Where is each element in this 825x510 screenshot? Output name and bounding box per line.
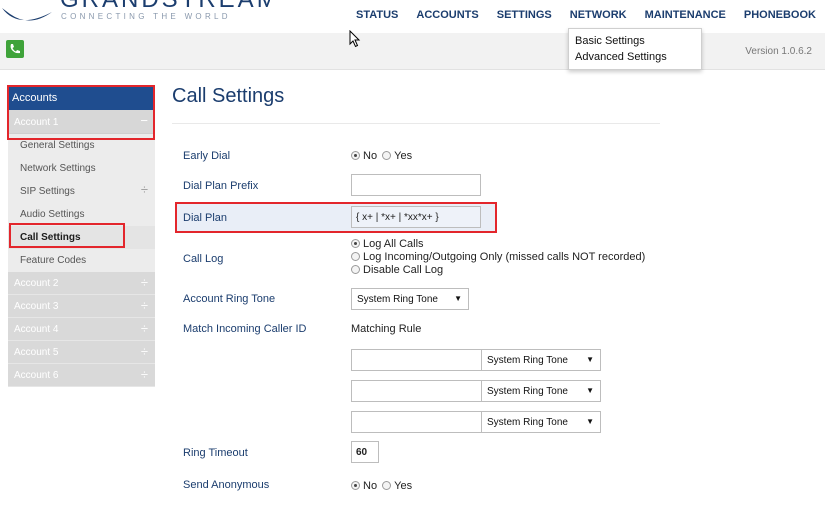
radio-label: Disable Call Log xyxy=(363,264,444,276)
expand-icon[interactable]: ÷ xyxy=(141,275,148,290)
sidebar-account-label: Account 5 xyxy=(14,347,59,358)
send-anonymous-no-radio[interactable] xyxy=(351,481,360,490)
sidebar-account-1[interactable]: Account 1 − xyxy=(8,110,155,134)
network-dropdown-menu: Basic Settings Advanced Settings xyxy=(568,28,702,70)
sidebar-account-5[interactable]: Account 5 ÷ xyxy=(8,341,155,364)
match-rule-2-input[interactable] xyxy=(351,380,482,402)
early-dial-yes-radio[interactable] xyxy=(382,151,392,160)
match-rule-1-input[interactable] xyxy=(351,349,482,371)
early-dial-no-radio[interactable] xyxy=(351,151,360,160)
account-ring-tone-label: Account Ring Tone xyxy=(183,293,276,305)
mouse-pointer-icon xyxy=(349,30,361,48)
account-ring-tone-select[interactable]: System Ring Tone ▼ xyxy=(351,288,469,310)
expand-icon[interactable]: ÷ xyxy=(141,182,148,197)
dropdown-arrow-icon: ▼ xyxy=(454,294,462,303)
sidebar-item-sip-settings[interactable]: SIP Settings ÷ xyxy=(8,180,155,203)
nav-phonebook[interactable]: PHONEBOOK xyxy=(735,9,825,21)
expand-icon[interactable]: ÷ xyxy=(141,344,148,359)
dial-plan-input[interactable]: { x+ | *x+ | *xx*x+ } xyxy=(351,206,481,228)
sidebar-item-feature-codes[interactable]: Feature Codes xyxy=(8,249,155,272)
dropdown-arrow-icon: ▼ xyxy=(586,355,594,364)
sidebar-item-audio-settings[interactable]: Audio Settings xyxy=(8,203,155,226)
grandstream-logo: GRANDSTREAM CONNECTING THE WORLD xyxy=(0,0,270,26)
send-anonymous-radio-group: No Yes xyxy=(351,480,412,492)
send-anonymous-yes-radio[interactable] xyxy=(382,481,392,490)
nav-network[interactable]: NETWORK xyxy=(561,9,636,21)
call-log-disable-radio[interactable] xyxy=(351,265,360,274)
nav-status[interactable]: STATUS xyxy=(347,9,407,21)
select-value: System Ring Tone xyxy=(487,386,568,397)
match-rule-3-input[interactable] xyxy=(351,411,482,433)
logo-tagline: CONNECTING THE WORLD xyxy=(61,12,231,21)
sidebar-header-accounts[interactable]: Accounts xyxy=(8,85,155,110)
dropdown-arrow-icon: ▼ xyxy=(586,386,594,395)
page-title: Call Settings xyxy=(172,85,285,107)
radio-label: Yes xyxy=(394,480,413,492)
dial-plan-prefix-label: Dial Plan Prefix xyxy=(183,180,259,192)
radio-label: Log All Calls xyxy=(363,238,424,250)
sidebar-account-4[interactable]: Account 4 ÷ xyxy=(8,318,155,341)
call-log-incoming-outgoing-radio[interactable] xyxy=(351,252,360,261)
sidebar-account-label: Account 4 xyxy=(14,324,59,335)
sidebar-account-label: Account 1 xyxy=(14,117,59,128)
sidebar-account-2[interactable]: Account 2 ÷ xyxy=(8,272,155,295)
sidebar-item-general-settings[interactable]: General Settings xyxy=(8,134,155,157)
sidebar-item-network-settings[interactable]: Network Settings xyxy=(8,157,155,180)
logo-swoosh-icon xyxy=(2,8,52,21)
sidebar-item-call-settings[interactable]: Call Settings xyxy=(8,226,155,249)
menu-item-basic-settings[interactable]: Basic Settings xyxy=(575,33,701,49)
radio-label: Yes xyxy=(394,150,413,162)
sidebar-account-label: Account 2 xyxy=(14,278,59,289)
send-anonymous-label: Send Anonymous xyxy=(183,479,270,491)
radio-label: Log Incoming/Outgoing Only (missed calls… xyxy=(363,251,646,263)
match-rule-1-ring-tone-select[interactable]: System Ring Tone ▼ xyxy=(481,349,601,371)
ring-timeout-label: Ring Timeout xyxy=(183,447,248,459)
nav-accounts[interactable]: ACCOUNTS xyxy=(407,9,487,21)
call-log-all-radio[interactable] xyxy=(351,239,360,248)
early-dial-label: Early Dial xyxy=(183,150,231,162)
radio-label: No xyxy=(363,480,378,492)
phone-icon xyxy=(10,44,20,54)
expand-icon[interactable]: ÷ xyxy=(141,321,148,336)
match-incoming-caller-id-label: Match Incoming Caller ID xyxy=(183,323,307,335)
nav-settings[interactable]: SETTINGS xyxy=(488,9,561,21)
call-log-radio-group: Log All Calls Log Incoming/Outgoing Only… xyxy=(351,238,645,277)
early-dial-radio-group: No Yes xyxy=(351,150,412,162)
nav-maintenance[interactable]: MAINTENANCE xyxy=(636,9,735,21)
sidebar-account-label: Account 3 xyxy=(14,301,59,312)
call-log-label: Call Log xyxy=(183,253,224,265)
phone-handset-button[interactable] xyxy=(6,40,24,58)
menu-item-advanced-settings[interactable]: Advanced Settings xyxy=(575,49,701,65)
firmware-version: Version 1.0.6.2 xyxy=(745,46,812,57)
expand-icon[interactable]: ÷ xyxy=(141,298,148,313)
sidebar-account-label: Account 6 xyxy=(14,370,59,381)
ring-timeout-input[interactable]: 60 xyxy=(351,441,379,463)
select-value: System Ring Tone xyxy=(357,294,438,305)
matching-rule-header: Matching Rule xyxy=(351,323,422,335)
select-value: System Ring Tone xyxy=(487,417,568,428)
top-navigation: STATUS ACCOUNTS SETTINGS NETWORK MAINTEN… xyxy=(347,9,825,21)
accounts-sidebar: Accounts Account 1 − General Settings Ne… xyxy=(8,85,155,387)
select-value: System Ring Tone xyxy=(487,355,568,366)
expand-icon[interactable]: ÷ xyxy=(141,367,148,382)
sidebar-item-label: SIP Settings xyxy=(20,186,75,197)
radio-label: No xyxy=(363,150,378,162)
title-divider xyxy=(172,123,660,124)
dial-plan-label: Dial Plan xyxy=(183,212,228,224)
match-rule-2-ring-tone-select[interactable]: System Ring Tone ▼ xyxy=(481,380,601,402)
match-rule-3-ring-tone-select[interactable]: System Ring Tone ▼ xyxy=(481,411,601,433)
collapse-icon[interactable]: − xyxy=(140,113,148,128)
sidebar-account-6[interactable]: Account 6 ÷ xyxy=(8,364,155,387)
sidebar-account-3[interactable]: Account 3 ÷ xyxy=(8,295,155,318)
dial-plan-prefix-input[interactable] xyxy=(351,174,481,196)
dropdown-arrow-icon: ▼ xyxy=(586,417,594,426)
